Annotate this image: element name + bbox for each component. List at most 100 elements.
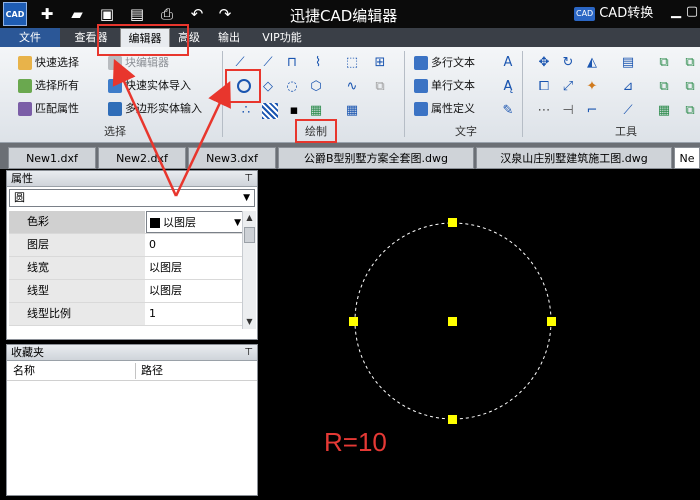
properties-scrollbar[interactable]: ▲ ▼ <box>242 211 256 329</box>
fillet-icon[interactable]: ⌐ <box>584 103 600 119</box>
distance-icon[interactable]: ⊿ <box>620 79 636 95</box>
text-style-icon[interactable]: A <box>500 55 516 71</box>
column-divider[interactable] <box>135 363 136 379</box>
property-row-linetype[interactable]: 线型 以图层 <box>9 280 245 303</box>
doc-tab-new1[interactable]: New1.dxf <box>8 147 96 169</box>
property-row-lineweight[interactable]: 线宽 以图层 <box>9 257 245 280</box>
trim-icon[interactable]: ⋯ <box>536 103 552 119</box>
doc-tab-current[interactable]: Ne <box>674 147 700 169</box>
match-properties-icon <box>18 102 32 116</box>
hatch-dropdown-icon[interactable]: ⊞ <box>372 55 388 71</box>
properties-panel-title: 属性 <box>11 172 33 185</box>
arc-icon[interactable]: ◌ <box>284 79 300 95</box>
cad-convert-button[interactable]: CAD CAD转换 <box>574 4 653 24</box>
minimize-icon[interactable]: ▁ <box>668 4 684 20</box>
array-icon[interactable]: ▦ <box>656 103 672 119</box>
select-all-button[interactable]: 选择所有 <box>18 76 79 96</box>
open-folder-icon[interactable]: ▰ <box>66 3 88 25</box>
property-key: 线型 <box>9 280 145 302</box>
block-insert-icon[interactable]: ⧉ <box>656 79 672 95</box>
column-header-name[interactable]: 名称 <box>13 361 35 381</box>
pin-icon[interactable]: ⊤ <box>244 345 253 361</box>
polyline-icon[interactable]: ⟋ <box>260 55 276 71</box>
select-window-icon[interactable]: ⬚ <box>344 55 360 71</box>
single-line-text-button[interactable]: 单行文本 <box>414 76 475 96</box>
image-icon[interactable]: ▦ <box>308 103 324 119</box>
tab-vip[interactable]: VIP功能 <box>254 28 310 47</box>
grip-top[interactable] <box>448 218 457 227</box>
doc-tab-villa-construction[interactable]: 汉泉山庄别墅建筑施工图.dwg <box>476 147 672 169</box>
scroll-thumb[interactable] <box>244 227 255 243</box>
ungroup-icon[interactable]: ⧉ <box>682 55 698 71</box>
undo-icon[interactable]: ↶ <box>186 3 208 25</box>
attribute-definition-button[interactable]: 属性定义 <box>414 99 475 119</box>
multiline-icon[interactable]: ⌇ <box>310 55 326 71</box>
block-editor-label: 块编辑器 <box>125 56 169 69</box>
color-swatch <box>150 218 160 228</box>
properties-panel-header: 属性 ⊤ <box>7 171 257 187</box>
layer-dropdown-icon[interactable]: ▤ <box>620 55 636 71</box>
property-row-color[interactable]: 色彩 以图层 ▼ <box>9 211 245 234</box>
multiline-text-button[interactable]: 多行文本 <box>414 53 475 73</box>
pin-icon[interactable]: ⊤ <box>244 171 253 187</box>
region-icon[interactable]: ⧉ <box>372 79 388 95</box>
quick-select-button[interactable]: 快速选择 <box>18 53 79 73</box>
grip-left[interactable] <box>349 317 358 326</box>
doc-tab-villa-plan[interactable]: 公爵B型别墅方案全套图.dwg <box>278 147 474 169</box>
match-properties-button[interactable]: 匹配属性 <box>18 99 79 119</box>
extend-icon[interactable]: ⊣ <box>560 103 576 119</box>
ellipse-icon[interactable]: ◇ <box>260 79 276 95</box>
block-editor-button[interactable]: 块编辑器 <box>108 53 169 73</box>
rotate-icon[interactable]: ↻ <box>560 55 576 71</box>
quick-entity-import-button[interactable]: 快速实体导入 <box>108 76 191 96</box>
object-type-select[interactable]: 圆 ▼ <box>9 189 255 207</box>
property-value: 以图层 <box>163 216 196 229</box>
print-icon[interactable]: ⎙ <box>156 3 178 25</box>
save-icon[interactable]: ▣ <box>96 3 118 25</box>
dot-icon[interactable]: ▪ <box>286 103 302 119</box>
app-logo[interactable]: CAD <box>3 2 27 26</box>
offset-icon[interactable]: ⧉ <box>682 103 698 119</box>
paint-icon[interactable]: ✦ <box>584 79 600 95</box>
polygon-icon[interactable]: ⬡ <box>308 79 324 95</box>
copy-icon[interactable]: ⧠ <box>536 79 552 95</box>
cad-convert-label: CAD转换 <box>599 6 654 21</box>
text-edit-icon[interactable]: Ą <box>500 79 516 95</box>
point-icon[interactable]: ∴ <box>238 103 254 119</box>
move-icon[interactable]: ✥ <box>536 55 552 71</box>
scroll-up-icon[interactable]: ▲ <box>243 211 256 225</box>
grip-center[interactable] <box>448 317 457 326</box>
color-dropdown[interactable]: 以图层 ▼ <box>146 211 245 233</box>
group-icon[interactable]: ⧉ <box>656 55 672 71</box>
tab-output[interactable]: 输出 <box>212 28 246 47</box>
chamfer-icon[interactable]: ⟋ <box>620 103 636 119</box>
select-all-label: 选择所有 <box>35 79 79 92</box>
scroll-down-icon[interactable]: ▼ <box>243 315 256 329</box>
spline-icon[interactable]: ∿ <box>344 79 360 95</box>
annotation-box-editor-tab <box>97 24 189 56</box>
hatch-icon[interactable] <box>262 103 278 119</box>
text-check-icon[interactable]: ✎ <box>500 103 516 119</box>
property-row-layer[interactable]: 图层 0 <box>9 234 245 257</box>
drawing-canvas[interactable]: R=10 <box>262 169 700 500</box>
doc-tab-new2[interactable]: New2.dxf <box>98 147 186 169</box>
tab-file[interactable]: 文件 <box>0 28 60 47</box>
grip-right[interactable] <box>547 317 556 326</box>
quick-select-label: 快速选择 <box>35 56 79 69</box>
grip-bottom[interactable] <box>448 415 457 424</box>
entity-import-icon <box>108 79 122 93</box>
block-explode-icon[interactable]: ⧉ <box>682 79 698 95</box>
rectangle-icon[interactable]: ⊓ <box>284 55 300 71</box>
radius-annotation: R=10 <box>324 427 387 457</box>
mirror-icon[interactable]: ◭ <box>584 55 600 71</box>
scale-icon[interactable]: ⤢ <box>560 79 576 95</box>
doc-tab-new3[interactable]: New3.dxf <box>188 147 276 169</box>
restore-icon[interactable]: ▢ <box>684 4 700 20</box>
polygon-entity-input-button[interactable]: 多边形实体输入 <box>108 99 202 119</box>
save-as-icon[interactable]: ▤ <box>126 3 148 25</box>
column-header-path[interactable]: 路径 <box>141 361 163 381</box>
redo-icon[interactable]: ↷ <box>214 3 236 25</box>
property-row-linetype-scale[interactable]: 线型比例 1 <box>9 303 245 326</box>
table-icon[interactable]: ▦ <box>344 103 360 119</box>
new-icon[interactable]: ✚ <box>36 3 58 25</box>
